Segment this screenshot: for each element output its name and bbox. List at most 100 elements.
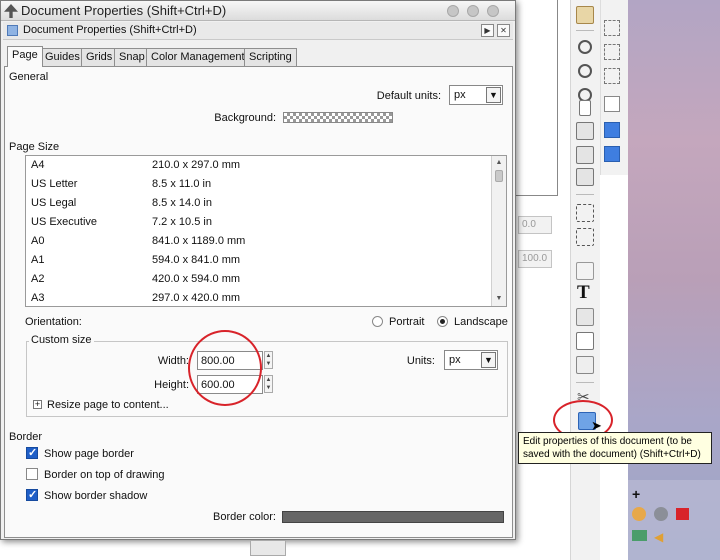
default-units-label: Default units: bbox=[376, 90, 441, 102]
unlink-clone-icon[interactable] bbox=[576, 168, 594, 186]
dropdown-arrow-icon[interactable]: ▼ bbox=[481, 352, 496, 368]
list-item[interactable]: A4 210.0 x 297.0 mm bbox=[26, 156, 492, 175]
list-item[interactable]: A1 594.0 x 841.0 mm bbox=[26, 251, 492, 270]
fill-stroke-icon[interactable] bbox=[576, 262, 594, 280]
desktop-background bbox=[628, 0, 720, 560]
page-size-dims: 841.0 x 1189.0 mm bbox=[152, 235, 246, 247]
width-label: Width: bbox=[157, 355, 189, 367]
duplicate-icon[interactable] bbox=[576, 122, 594, 140]
width-spinner[interactable]: ▲ ▼ bbox=[264, 351, 273, 369]
snap-grid-icon[interactable] bbox=[604, 122, 620, 138]
border-color-swatch[interactable] bbox=[282, 511, 504, 523]
maximize-button[interactable] bbox=[467, 5, 479, 17]
panel-header: Document Properties (Shift+Ctrl+D) ▶ ✕ bbox=[3, 22, 513, 40]
list-item[interactable]: US Letter 8.5 x 11.0 in bbox=[26, 175, 492, 194]
zoom-drawing-icon[interactable] bbox=[578, 64, 592, 78]
border-on-top-label[interactable]: Border on top of drawing bbox=[44, 469, 164, 481]
palette-icon[interactable] bbox=[632, 507, 646, 521]
height-label: Height: bbox=[154, 379, 189, 391]
clone-icon[interactable] bbox=[576, 146, 594, 164]
list-item[interactable]: A3 297.0 x 420.0 mm bbox=[26, 289, 492, 306]
list-scrollbar[interactable]: ▲ ▼ bbox=[491, 156, 506, 306]
speaker-icon[interactable]: ◀ bbox=[654, 530, 663, 544]
resize-to-content-expander[interactable]: Resize page to content... bbox=[47, 399, 169, 411]
list-item[interactable]: A0 841.0 x 1189.0 mm bbox=[26, 232, 492, 251]
status-bar-widget[interactable] bbox=[250, 540, 286, 556]
new-document-icon[interactable] bbox=[579, 100, 591, 116]
toolbar-separator bbox=[576, 194, 594, 195]
background-color-swatch[interactable] bbox=[283, 112, 393, 123]
snap-center-icon[interactable] bbox=[604, 68, 620, 84]
height-spinner[interactable]: ▲ ▼ bbox=[264, 375, 273, 393]
show-border-shadow-checkbox[interactable] bbox=[26, 488, 38, 501]
units-value: px bbox=[449, 354, 461, 366]
globe-icon[interactable] bbox=[654, 507, 668, 521]
tab-scripting[interactable]: Scripting bbox=[244, 48, 297, 66]
tab-scripting-label: Scripting bbox=[249, 51, 292, 63]
group-icon[interactable] bbox=[576, 204, 594, 222]
scroll-thumb[interactable] bbox=[495, 170, 503, 182]
xml-editor-icon[interactable] bbox=[576, 332, 594, 350]
monitor-icon[interactable] bbox=[632, 530, 647, 541]
units-select[interactable]: px ▼ bbox=[444, 350, 498, 370]
flag-icon[interactable] bbox=[676, 508, 689, 520]
portrait-radio[interactable] bbox=[372, 316, 383, 327]
tooltip-text: Edit properties of this document (to be … bbox=[523, 436, 701, 460]
snap-bbox-icon[interactable] bbox=[604, 20, 620, 36]
document-properties-icon bbox=[7, 25, 18, 36]
snap-page-icon[interactable] bbox=[604, 96, 620, 112]
panel-menu-button[interactable]: ▶ bbox=[481, 24, 494, 37]
close-button[interactable] bbox=[487, 5, 499, 17]
portrait-label[interactable]: Portrait bbox=[389, 316, 424, 328]
scroll-up-icon[interactable]: ▲ bbox=[493, 157, 505, 169]
minimize-button[interactable] bbox=[447, 5, 459, 17]
canvas-field-2[interactable]: 100.0 bbox=[518, 250, 552, 268]
list-item[interactable]: A2 420.0 x 594.0 mm bbox=[26, 270, 492, 289]
show-page-border-checkbox[interactable] bbox=[26, 446, 38, 459]
canvas-field-1[interactable]: 0.0 bbox=[518, 216, 552, 234]
page-size-name: A1 bbox=[31, 254, 45, 266]
align-icon[interactable] bbox=[576, 356, 594, 374]
tab-guides[interactable]: Guides bbox=[40, 48, 85, 66]
commands-toolbar bbox=[570, 0, 600, 560]
page-size-dims: 594.0 x 841.0 mm bbox=[152, 254, 241, 266]
window-titlebar[interactable]: Document Properties (Shift+Ctrl+D) bbox=[1, 1, 515, 21]
paste-icon[interactable] bbox=[576, 6, 594, 24]
panel-close-button[interactable]: ✕ bbox=[497, 24, 510, 37]
tab-snap[interactable]: Snap bbox=[114, 48, 150, 66]
list-item[interactable]: US Executive 7.2 x 10.5 in bbox=[26, 213, 492, 232]
units-label: Units: bbox=[406, 355, 435, 367]
snap-nodes-icon[interactable] bbox=[604, 44, 620, 60]
general-heading: General bbox=[9, 71, 49, 83]
landscape-radio[interactable] bbox=[437, 316, 448, 327]
tab-grids-label: Grids bbox=[86, 51, 113, 63]
border-on-top-checkbox[interactable] bbox=[26, 468, 38, 480]
plus-icon[interactable]: + bbox=[632, 486, 640, 502]
page-size-name: US Legal bbox=[31, 197, 77, 209]
zoom-selection-icon[interactable] bbox=[578, 40, 592, 54]
orientation-label: Orientation: bbox=[25, 316, 82, 328]
list-item[interactable]: US Legal 8.5 x 14.0 in bbox=[26, 194, 492, 213]
tooltip: Edit properties of this document (to be … bbox=[518, 432, 712, 464]
canvas-field-2-value: 100.0 bbox=[522, 253, 548, 264]
snap-guide-icon[interactable] bbox=[604, 146, 620, 162]
page-size-dims: 420.0 x 594.0 mm bbox=[152, 273, 241, 285]
expand-icon[interactable]: + bbox=[33, 400, 42, 409]
tab-grids[interactable]: Grids bbox=[81, 48, 118, 66]
page-size-heading: Page Size bbox=[9, 141, 60, 153]
landscape-label[interactable]: Landscape bbox=[454, 316, 508, 328]
tab-color-management[interactable]: Color Management bbox=[146, 48, 250, 66]
show-page-border-label[interactable]: Show page border bbox=[44, 448, 134, 460]
ungroup-icon[interactable] bbox=[576, 228, 594, 246]
layers-icon[interactable] bbox=[576, 308, 594, 326]
text-icon[interactable]: T bbox=[577, 282, 590, 304]
annotation-circle bbox=[188, 330, 262, 406]
default-units-select[interactable]: px ▼ bbox=[449, 85, 503, 105]
dropdown-arrow-icon[interactable]: ▼ bbox=[486, 87, 501, 103]
page-size-name: US Letter bbox=[31, 178, 78, 190]
toolbar-separator bbox=[576, 382, 594, 383]
tab-page[interactable]: Page bbox=[7, 46, 43, 67]
page-size-list[interactable]: A4 210.0 x 297.0 mm US Letter 8.5 x 11.0 i… bbox=[25, 155, 507, 307]
scroll-down-icon[interactable]: ▼ bbox=[493, 293, 505, 305]
show-border-shadow-label[interactable]: Show border shadow bbox=[44, 490, 147, 502]
